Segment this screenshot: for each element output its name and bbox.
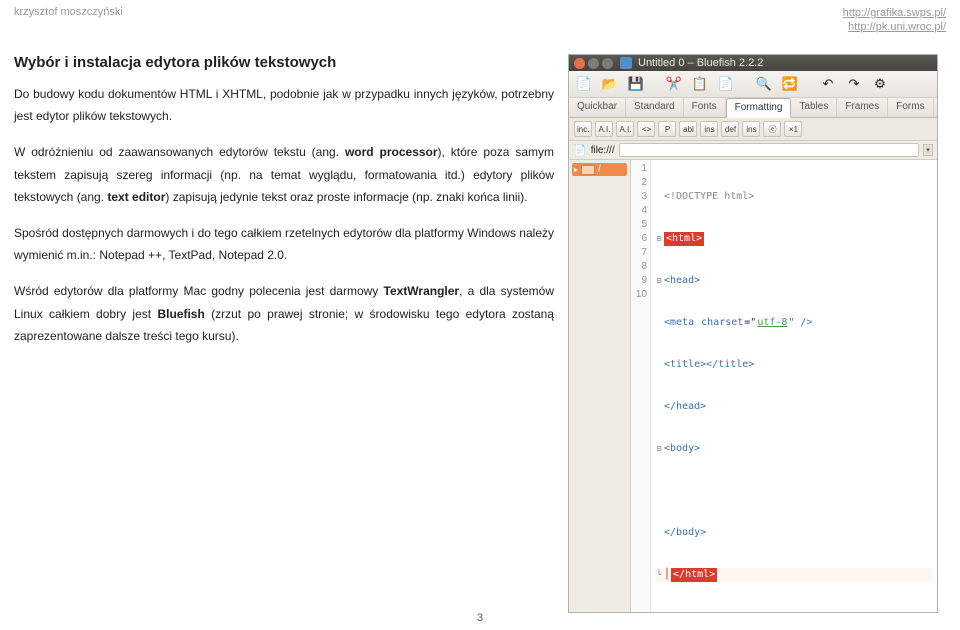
tab-quickbar[interactable]: Quickbar	[569, 98, 626, 117]
fmt-btn-3[interactable]: <>	[637, 121, 655, 137]
tab-frames[interactable]: Frames	[837, 98, 888, 117]
window-titlebar: Untitled 0 – Bluefish 2.2.2	[569, 55, 937, 71]
paragraph-3: Spośród dostępnych darmowych i do tego c…	[14, 222, 554, 266]
open-file-icon[interactable]: 📂	[600, 74, 620, 94]
article-column: Wybór i instalacja edytora plików teksto…	[14, 54, 554, 613]
fmt-btn-7[interactable]: def	[721, 121, 739, 137]
window-minimize-icon[interactable]	[588, 58, 599, 69]
page-header: krzysztof moszczyński http://grafika.swp…	[0, 0, 960, 36]
location-bar: 📄 file:/// ▾	[569, 141, 937, 160]
screenshot-column: Untitled 0 – Bluefish 2.2.2 📄 📂 💾 ✂️ 📋 📄…	[568, 54, 946, 613]
location-input[interactable]	[619, 143, 919, 157]
editor-body: ▸ / 1 2 3 4 5 6 7 8 9 10	[569, 160, 937, 612]
fmt-btn-8[interactable]: ins	[742, 121, 760, 137]
category-tabs: Quickbar Standard Fonts Formatting Table…	[569, 98, 937, 118]
folder-icon	[581, 165, 595, 175]
link-pkuni[interactable]: http://pk.uni.wroc.pl/	[843, 20, 946, 34]
article-title: Wybór i instalacja edytora plików teksto…	[14, 54, 554, 71]
fmt-btn-0[interactable]: inc.	[574, 121, 592, 137]
copy-icon[interactable]: 📋	[690, 74, 710, 94]
replace-icon[interactable]: 🔁	[780, 74, 800, 94]
tab-forms[interactable]: Forms	[888, 98, 933, 117]
document-icon: 📄	[573, 144, 587, 157]
app-icon	[620, 57, 632, 69]
tab-standard[interactable]: Standard	[626, 98, 684, 117]
protocol-label: file:///	[591, 145, 615, 156]
link-grafika[interactable]: http://grafika.swps.pl/	[843, 6, 946, 20]
author-name: krzysztof moszczyński	[14, 6, 123, 34]
formatting-toolbar: inc. A.I. A.I. <> P abl ins def ins ⓔ ×1	[569, 118, 937, 141]
search-icon[interactable]: 🔍	[754, 74, 774, 94]
window-title-text: Untitled 0 – Bluefish 2.2.2	[638, 57, 763, 69]
paragraph-1: Do budowy kodu dokumentów HTML i XHTML, …	[14, 83, 554, 127]
redo-icon[interactable]: ↷	[844, 74, 864, 94]
tab-fonts[interactable]: Fonts	[684, 98, 726, 117]
tab-formatting[interactable]: Formatting	[726, 98, 792, 118]
fmt-btn-10[interactable]: ×1	[784, 121, 802, 137]
save-file-icon[interactable]: 💾	[626, 74, 646, 94]
fmt-btn-1[interactable]: A.I.	[595, 121, 613, 137]
window-close-icon[interactable]	[574, 58, 585, 69]
file-browser-panel: ▸ /	[569, 160, 631, 612]
paragraph-4: Wśród edytorów dla platformy Mac godny p…	[14, 280, 554, 347]
fmt-btn-6[interactable]: ins	[700, 121, 718, 137]
folder-root-label: /	[598, 164, 601, 175]
window-maximize-icon[interactable]	[602, 58, 613, 69]
fmt-btn-5[interactable]: abl	[679, 121, 697, 137]
paste-icon[interactable]: 📄	[716, 74, 736, 94]
page-number: 3	[0, 612, 960, 624]
main-toolbar: 📄 📂 💾 ✂️ 📋 📄 🔍 🔁 ↶ ↷ ⚙	[569, 71, 937, 98]
new-file-icon[interactable]: 📄	[574, 74, 594, 94]
tab-tables[interactable]: Tables	[791, 98, 837, 117]
tree-collapse-icon: ▸	[574, 165, 578, 174]
bluefish-window: Untitled 0 – Bluefish 2.2.2 📄 📂 💾 ✂️ 📋 📄…	[568, 54, 938, 613]
paragraph-2: W odróżnieniu od zaawansowanych edytorów…	[14, 141, 554, 208]
location-dropdown-icon[interactable]: ▾	[923, 144, 933, 156]
undo-icon[interactable]: ↶	[818, 74, 838, 94]
folder-root[interactable]: ▸ /	[572, 163, 627, 176]
code-editor[interactable]: <!DOCTYPE html> ⊟<html> ⊟<head> <meta ch…	[651, 160, 937, 612]
header-links: http://grafika.swps.pl/ http://pk.uni.wr…	[843, 6, 946, 34]
config-icon[interactable]: ⚙	[870, 74, 890, 94]
content-area: Wybór i instalacja edytora plików teksto…	[0, 36, 960, 613]
cut-icon[interactable]: ✂️	[664, 74, 684, 94]
fmt-btn-4[interactable]: P	[658, 121, 676, 137]
fmt-btn-9[interactable]: ⓔ	[763, 121, 781, 137]
fmt-btn-2[interactable]: A.I.	[616, 121, 634, 137]
line-number-gutter: 1 2 3 4 5 6 7 8 9 10	[631, 160, 651, 612]
